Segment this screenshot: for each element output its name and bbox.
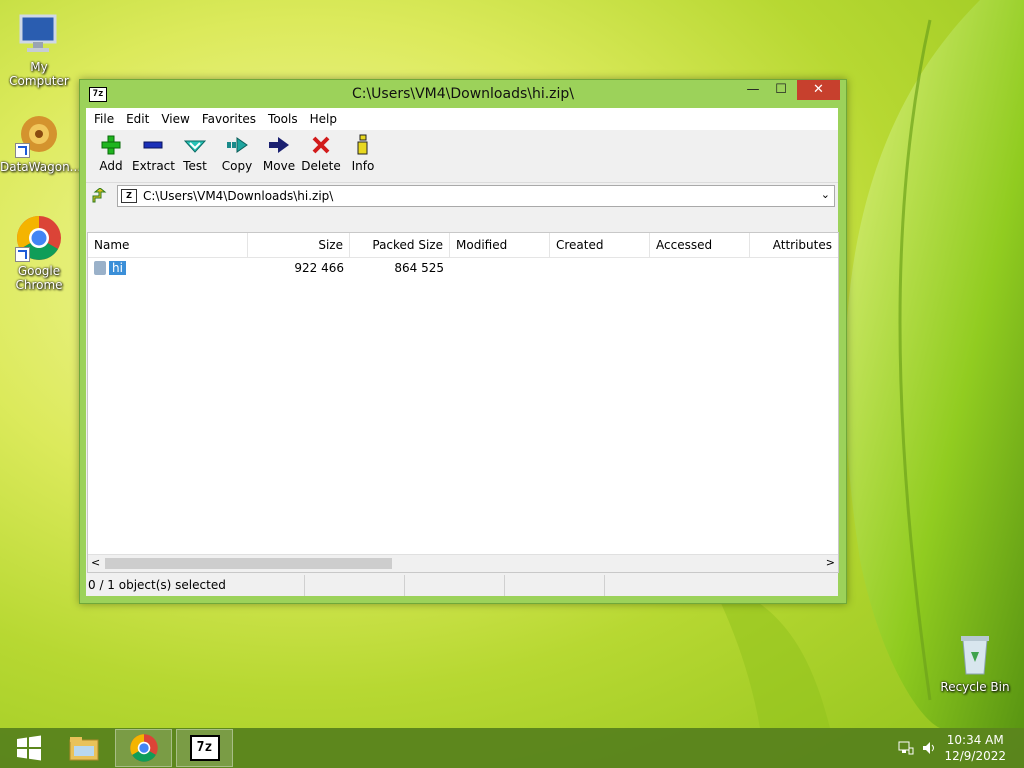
7zip-icon: 7z [189,735,220,761]
desktop-icon-label: DataWagon... [0,160,82,174]
clock-time: 10:34 AM [946,733,1004,747]
folder-icon [94,261,106,276]
scroll-thumb[interactable] [105,558,392,569]
address-path: C:\Users\VM4\Downloads\hi.zip\ [143,189,334,203]
column-header-attributes[interactable]: Attributes [750,233,838,257]
toolbar: Add Extract Test Copy Move Delete Info [86,130,838,183]
desktop-icon-google-chrome[interactable]: Google Chrome [0,214,78,292]
windows-logo-icon [16,735,41,761]
desktop-icon-label: Recycle Bin [940,680,1010,694]
info-icon [342,134,384,156]
recycle-bin-icon [951,630,999,678]
address-row: Z C:\Users\VM4\Downloads\hi.zip\ ⌄ [86,183,838,209]
horizontal-scrollbar[interactable]: < > [88,554,838,572]
maximize-button[interactable]: ☐ [766,80,796,100]
column-header-packed-size[interactable]: Packed Size [350,233,450,257]
shortcut-arrow-icon [15,143,30,158]
row-name: hi [109,260,126,275]
extract-button[interactable]: Extract [132,130,175,182]
column-header-created[interactable]: Created [550,233,650,257]
clock-date: 12/9/2022 [944,749,1006,763]
scroll-left-icon[interactable]: < [91,556,100,569]
close-button[interactable]: ✕ [797,80,840,100]
column-header-modified[interactable]: Modified [450,233,550,257]
status-bar: 0 / 1 object(s) selected [86,575,838,596]
delete-icon [300,134,342,156]
status-panel [405,575,505,596]
up-arrow-icon [92,188,107,203]
move-button[interactable]: Move [258,130,300,182]
row-name-cell: hi [88,260,248,276]
start-button[interactable] [0,729,57,767]
copy-icon [216,134,258,156]
title-bar[interactable]: 7z C:\Users\VM4\Downloads\hi.zip\ — ☐ ✕ [80,80,846,108]
folder-icon [69,737,98,761]
datawagon-icon [15,110,63,158]
up-folder-button[interactable] [89,187,109,205]
menu-file[interactable]: File [88,112,120,126]
taskbar: 7z 10:34 AM 12/9/2022 [0,728,1024,768]
volume-icon[interactable] [922,740,938,756]
window-client: File Edit View Favorites Tools Help Add … [86,108,839,596]
table-row[interactable]: hi 922 466 864 525 [88,258,838,278]
menu-help[interactable]: Help [304,112,343,126]
column-header-name[interactable]: Name [88,233,248,257]
add-button[interactable]: Add [90,130,132,182]
column-header-size[interactable]: Size [248,233,350,257]
7zip-window: 7z C:\Users\VM4\Downloads\hi.zip\ — ☐ ✕ … [79,79,847,604]
menu-favorites[interactable]: Favorites [196,112,262,126]
status-selected: 0 / 1 object(s) selected [86,575,305,596]
system-clock[interactable]: 10:34 AM 12/9/2022 [944,732,1006,764]
test-button[interactable]: Test [174,130,216,182]
file-list[interactable]: Name Size Packed Size Modified Created A… [87,232,839,573]
copy-button[interactable]: Copy [216,130,258,182]
desktop-icon-label: Google Chrome [15,264,63,292]
column-headers: Name Size Packed Size Modified Created A… [88,233,838,258]
network-icon[interactable] [898,740,914,756]
desktop-icon-my-computer[interactable]: My Computer [0,10,78,88]
chrome-icon [129,734,158,762]
zip-file-icon: Z [121,189,137,203]
menu-tools[interactable]: Tools [262,112,304,126]
chevron-down-icon[interactable]: ⌄ [821,188,830,201]
desktop-icon-datawagon[interactable]: DataWagon... [0,110,82,174]
extract-icon [132,134,174,156]
column-header-accessed[interactable]: Accessed [650,233,750,257]
move-icon [258,134,300,156]
chrome-icon [15,214,63,262]
status-panel [505,575,605,596]
row-packed-size: 864 525 [394,261,444,275]
test-icon [174,134,216,156]
delete-button[interactable]: Delete [300,130,342,182]
computer-icon [15,10,63,58]
status-panel [305,575,405,596]
desktop-icon-recycle-bin[interactable]: Recycle Bin [936,630,1014,694]
menu-edit[interactable]: Edit [120,112,155,126]
desktop-icon-label: My Computer [9,60,69,88]
minimize-button[interactable]: — [738,80,768,100]
row-size: 922 466 [294,261,344,275]
chrome-taskbar-button[interactable] [115,729,172,767]
info-button[interactable]: Info [342,130,384,182]
7zip-taskbar-button[interactable]: 7z [176,729,233,767]
scroll-right-icon[interactable]: > [826,556,835,569]
file-explorer-taskbar-button[interactable] [55,729,112,767]
shortcut-arrow-icon [15,247,30,262]
add-icon [90,134,132,156]
menu-bar: File Edit View Favorites Tools Help [86,108,838,130]
window-title: C:\Users\VM4\Downloads\hi.zip\ [351,86,575,102]
address-combobox[interactable]: Z C:\Users\VM4\Downloads\hi.zip\ ⌄ [117,185,835,207]
menu-view[interactable]: View [155,112,195,126]
